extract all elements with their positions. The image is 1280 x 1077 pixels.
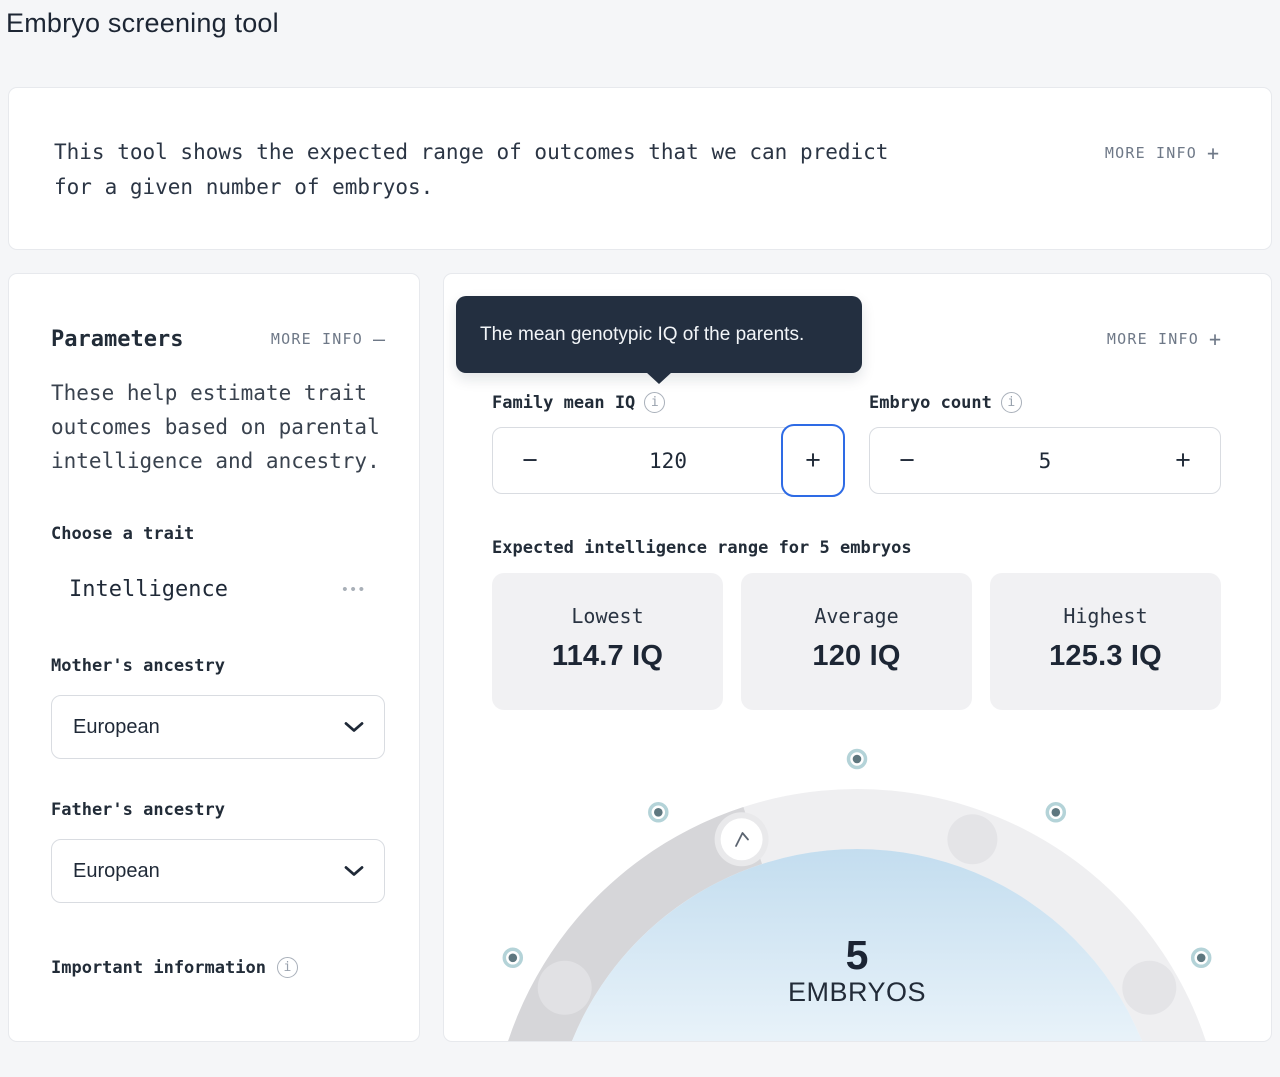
chevron-down-icon bbox=[344, 866, 364, 877]
trait-name: Intelligence bbox=[69, 577, 228, 602]
family-iq-stepper: − 120 + bbox=[492, 427, 844, 494]
embryo-count-info-icon[interactable]: i bbox=[1001, 392, 1022, 413]
gauge-knob[interactable] bbox=[715, 812, 769, 866]
embryo-dot bbox=[504, 949, 521, 966]
lowest-label: Lowest bbox=[571, 604, 643, 628]
more-info-label: MORE INFO bbox=[271, 330, 363, 348]
family-iq-tooltip: The mean genotypic IQ of the parents. bbox=[456, 296, 862, 373]
info-icon[interactable]: i bbox=[277, 957, 298, 978]
choose-trait-label: Choose a trait bbox=[51, 524, 385, 544]
gauge-marker bbox=[538, 961, 592, 1015]
highest-label: Highest bbox=[1063, 604, 1147, 628]
embryo-count-label-row: Embryo count i bbox=[869, 392, 1221, 413]
highest-value: 125.3 IQ bbox=[1049, 640, 1162, 673]
mother-ancestry-label: Mother's ancestry bbox=[51, 656, 385, 676]
embryo-gauge-svg: 5 EMBRYOS bbox=[444, 721, 1272, 1041]
gauge-dome bbox=[550, 849, 1165, 1041]
embryo-dot bbox=[650, 804, 667, 821]
intro-more-info-button[interactable]: MORE INFO + bbox=[1105, 141, 1219, 165]
parameters-description: These help estimate trait outcomes based… bbox=[51, 376, 385, 478]
embryo-count-increment-button[interactable]: + bbox=[1146, 428, 1220, 493]
highest-card: Highest 125.3 IQ bbox=[990, 573, 1221, 710]
important-information-label: Important information bbox=[51, 958, 266, 978]
family-iq-decrement-button[interactable]: − bbox=[493, 428, 567, 493]
lowest-card: Lowest 114.7 IQ bbox=[492, 573, 723, 710]
average-value: 120 IQ bbox=[812, 640, 900, 673]
collapse-icon: — bbox=[373, 327, 385, 351]
mother-ancestry-value: European bbox=[73, 716, 160, 739]
page-title: Embryo screening tool bbox=[0, 0, 1280, 39]
simulator-more-info-button[interactable]: MORE INFO + bbox=[1107, 326, 1221, 352]
parameters-header: Parameters MORE INFO — bbox=[51, 326, 385, 352]
plus-icon: + bbox=[1209, 327, 1221, 351]
father-ancestry-label: Father's ancestry bbox=[51, 800, 385, 820]
embryo-count-stepper: − 5 + bbox=[869, 427, 1221, 494]
embryo-dot bbox=[1193, 949, 1210, 966]
mother-ancestry-select[interactable]: European bbox=[51, 695, 385, 759]
more-info-label: MORE INFO bbox=[1105, 144, 1197, 162]
family-iq-control: Family mean IQ i − 120 + bbox=[492, 392, 844, 494]
parameters-title: Parameters bbox=[51, 327, 183, 352]
simulator-panel: The mean genotypic IQ of the parents. MO… bbox=[443, 273, 1272, 1042]
intro-text: This tool shows the expected range of ou… bbox=[9, 88, 909, 205]
gauge-ring bbox=[490, 789, 1225, 1041]
gauge-marker bbox=[947, 814, 997, 864]
average-label: Average bbox=[814, 604, 898, 628]
intro-card: This tool shows the expected range of ou… bbox=[8, 87, 1272, 250]
plus-icon: + bbox=[1207, 141, 1219, 165]
father-ancestry-value: European bbox=[73, 860, 160, 883]
lowest-value: 114.7 IQ bbox=[552, 640, 663, 673]
embryo-dot bbox=[849, 751, 866, 768]
chevron-down-icon bbox=[344, 722, 364, 733]
gauge-active-segment bbox=[490, 807, 763, 1041]
average-card: Average 120 IQ bbox=[741, 573, 972, 710]
gauge-count: 5 bbox=[846, 932, 869, 978]
gauge-marker bbox=[1122, 961, 1176, 1015]
trait-menu-dots-icon[interactable]: ••• bbox=[342, 581, 367, 598]
main-content: Parameters MORE INFO — These help estima… bbox=[8, 273, 1272, 1042]
embryo-gauge: 5 EMBRYOS bbox=[444, 721, 1271, 1041]
family-iq-increment-button[interactable]: + bbox=[781, 424, 845, 497]
parameters-panel: Parameters MORE INFO — These help estima… bbox=[8, 273, 420, 1042]
gauge-knob-arrow-icon bbox=[736, 833, 748, 846]
embryo-dot bbox=[1047, 804, 1064, 821]
parameters-more-info-button[interactable]: MORE INFO — bbox=[271, 327, 385, 351]
more-info-label: MORE INFO bbox=[1107, 330, 1199, 348]
family-iq-label-row: Family mean IQ i bbox=[492, 392, 844, 413]
embryo-count-value: 5 bbox=[1039, 449, 1052, 473]
range-heading: Expected intelligence range for 5 embryo… bbox=[492, 538, 1221, 558]
embryo-count-control: Embryo count i − 5 + bbox=[869, 392, 1221, 494]
trait-item-intelligence[interactable]: Intelligence ••• bbox=[51, 577, 385, 602]
father-ancestry-select[interactable]: European bbox=[51, 839, 385, 903]
family-iq-info-icon[interactable]: i bbox=[644, 392, 665, 413]
family-iq-value: 120 bbox=[649, 449, 687, 473]
gauge-unit: EMBRYOS bbox=[788, 977, 926, 1007]
tooltip-text: The mean genotypic IQ of the parents. bbox=[480, 324, 804, 346]
family-iq-label: Family mean IQ bbox=[492, 393, 635, 413]
controls-row: Family mean IQ i − 120 + Embryo count i … bbox=[492, 392, 1221, 494]
important-information-row: Important information i bbox=[51, 957, 385, 978]
embryo-count-decrement-button[interactable]: − bbox=[870, 428, 944, 493]
embryo-count-label: Embryo count bbox=[869, 393, 992, 413]
range-cards-row: Lowest 114.7 IQ Average 120 IQ Highest 1… bbox=[492, 573, 1221, 710]
